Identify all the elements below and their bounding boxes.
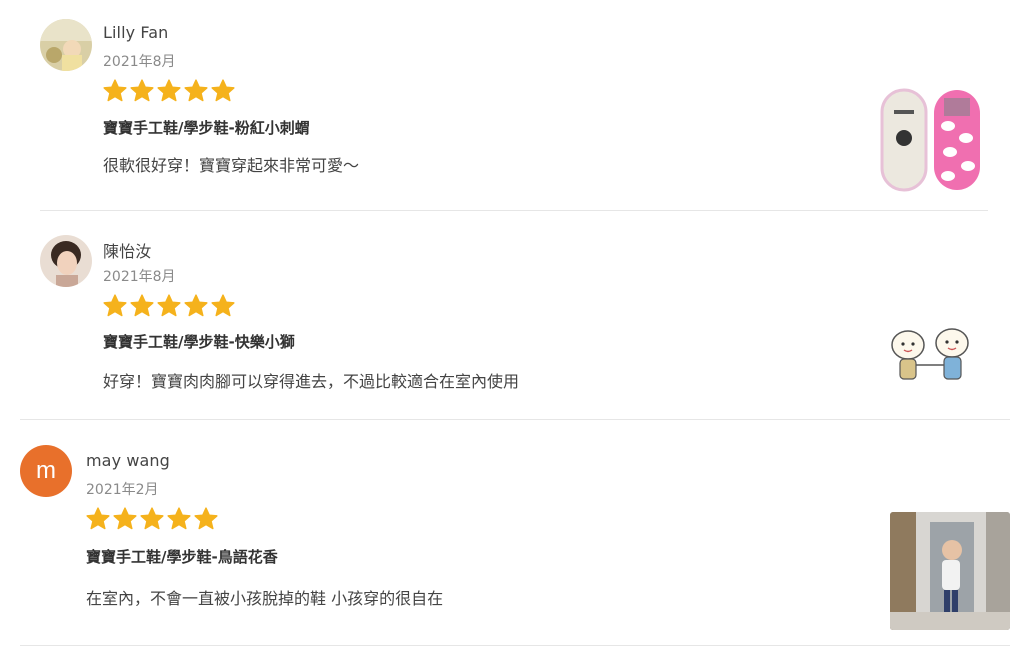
review-thumbnail[interactable] (882, 319, 980, 391)
star-icon (157, 79, 181, 102)
star-icon (211, 294, 235, 317)
review-item: 陳怡汝 2021年8月 寶寶手工鞋/學步鞋-快樂小獅 好穿！寶寶肉肉腳可以穿得進… (0, 211, 1024, 419)
star-icon (130, 79, 154, 102)
review-item: Lilly Fan 2021年8月 寶寶手工鞋/學步鞋-粉紅小刺蝟 很軟很好穿！… (0, 0, 1024, 210)
reviewer-name: may wang (86, 451, 170, 470)
star-icon (140, 507, 164, 530)
review-thumbnail[interactable] (878, 86, 984, 194)
star-icon (130, 294, 154, 317)
product-name: 寶寶手工鞋/學步鞋-鳥語花香 (86, 548, 278, 566)
reviewer-name: Lilly Fan (103, 23, 169, 42)
star-icon (194, 507, 218, 530)
star-icon (184, 79, 208, 102)
avatar[interactable] (40, 235, 92, 287)
avatar[interactable] (40, 19, 92, 71)
review-comment: 好穿！寶寶肉肉腳可以穿得進去，不過比較適合在室內使用 (103, 372, 520, 391)
review-date: 2021年8月 (103, 269, 176, 285)
review-item: m may wang 2021年2月 寶寶手工鞋/學步鞋-鳥語花香 在室內，不會… (0, 420, 1024, 645)
reviewer-name: 陳怡汝 (103, 242, 152, 261)
review-date: 2021年2月 (86, 482, 159, 498)
star-icon (157, 294, 181, 317)
product-name: 寶寶手工鞋/學步鞋-粉紅小刺蝟 (103, 119, 310, 137)
star-icon (167, 507, 191, 530)
avatar[interactable]: m (20, 445, 72, 497)
star-icon (211, 79, 235, 102)
star-rating (102, 293, 236, 319)
review-date: 2021年8月 (103, 54, 176, 70)
star-icon (184, 294, 208, 317)
divider (20, 645, 1010, 646)
avatar-letter: m (36, 457, 56, 484)
review-comment: 在室內，不會一直被小孩脫掉的鞋 小孩穿的很自在 (86, 589, 444, 608)
star-icon (113, 507, 137, 530)
star-rating (85, 506, 219, 532)
star-icon (103, 294, 127, 317)
review-comment: 很軟很好穿！寶寶穿起來非常可愛～ (103, 156, 360, 175)
star-icon (103, 79, 127, 102)
star-icon (86, 507, 110, 530)
product-name: 寶寶手工鞋/學步鞋-快樂小獅 (103, 333, 295, 351)
review-thumbnail[interactable] (890, 512, 1010, 630)
star-rating (102, 78, 236, 104)
